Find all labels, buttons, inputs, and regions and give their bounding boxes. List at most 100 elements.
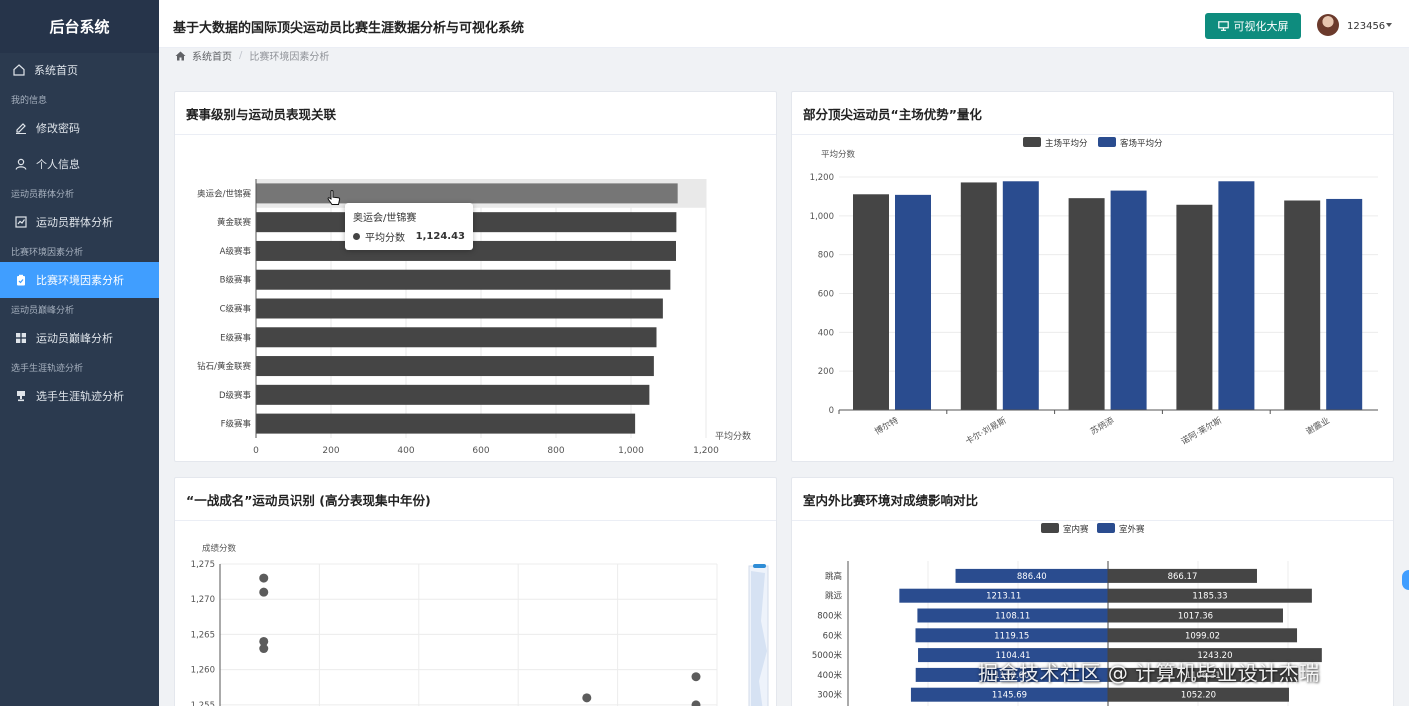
- caret-down-icon[interactable]: [1386, 23, 1392, 27]
- sidebar-item[interactable]: 运动员群体分析: [0, 204, 159, 240]
- trophy-icon: [14, 389, 28, 403]
- sidebar-item[interactable]: 运动员巅峰分析: [0, 320, 159, 356]
- bar[interactable]: [1176, 204, 1213, 410]
- bar[interactable]: [1218, 181, 1255, 410]
- bar[interactable]: [1326, 198, 1363, 410]
- breadcrumb-home[interactable]: 系统首页: [192, 48, 232, 63]
- legend-swatch[interactable]: [1041, 523, 1059, 533]
- y-tick-label: A级赛事: [220, 246, 252, 257]
- bar[interactable]: [256, 183, 678, 204]
- data-label: 1213.11: [986, 592, 1021, 602]
- data-label: 886.40: [1017, 572, 1047, 582]
- y-tick-label: 800米: [817, 611, 842, 622]
- event-level-chart: 0 200 400 600 800 1,000 1,200奥运会/世锦赛黄金联赛A级赛事B级…: [197, 179, 751, 456]
- bar[interactable]: [256, 384, 650, 405]
- y-tick-label: 800: [818, 251, 834, 261]
- bar[interactable]: [256, 356, 654, 377]
- sidebar-item[interactable]: 系统首页: [0, 52, 159, 88]
- username[interactable]: 123456: [1347, 21, 1385, 32]
- data-label: 1108.11: [995, 612, 1030, 622]
- brand-title: 后台系统: [0, 0, 159, 53]
- y-tick-label: 1,275: [191, 560, 215, 570]
- legend-label[interactable]: 室内赛: [1063, 524, 1089, 535]
- legend-label[interactable]: 主场平均分: [1045, 138, 1088, 149]
- grid-icon: [14, 331, 28, 345]
- visual-screen-button[interactable]: 可视化大屏: [1205, 13, 1301, 39]
- menu-group-label: 我的信息: [11, 95, 48, 106]
- y-tick-label: 1,265: [191, 630, 215, 640]
- y-tick-label: F级赛事: [221, 419, 252, 430]
- legend-label[interactable]: 客场平均分: [1120, 138, 1163, 149]
- y-tick-label: 1,270: [191, 595, 215, 605]
- scatter-point[interactable]: [691, 700, 701, 706]
- home-icon: [12, 63, 26, 77]
- scatter-point[interactable]: [259, 573, 269, 583]
- bar[interactable]: [1068, 198, 1105, 410]
- y-tick-label: D级赛事: [219, 390, 252, 401]
- bar[interactable]: [256, 327, 657, 348]
- y-tick-label: 跳远: [825, 591, 843, 602]
- x-tick-label: 诺阿·莱尔斯: [1179, 415, 1224, 447]
- y-tick-label: 1,000: [810, 212, 834, 222]
- menu-group-label: 选手生涯轨迹分析: [11, 363, 84, 374]
- pointer-cursor-icon: [327, 190, 341, 205]
- sidebar: 后台系统 系统首页 我的信息 修改密码 个人信息 运动员群体分析 运动员群体分析 比赛环境因…: [0, 0, 159, 706]
- x-tick-label: 200: [322, 446, 339, 456]
- bar[interactable]: [1284, 200, 1321, 410]
- legend-swatch[interactable]: [1023, 137, 1041, 147]
- bar[interactable]: [853, 194, 889, 410]
- y-tick-label: 跳高: [825, 571, 842, 582]
- panel-title: 赛事级别与运动员表现关联: [175, 92, 776, 135]
- x-tick-label: 卡尔·刘易斯: [964, 415, 1009, 447]
- bar[interactable]: [256, 413, 636, 434]
- monitor-icon: [1217, 21, 1229, 31]
- zoom-slider-handle[interactable]: [753, 564, 766, 568]
- y-tick-label: 1,255: [191, 701, 215, 706]
- sidebar-item-label: 比赛环境因素分析: [36, 274, 124, 287]
- sidebar-item[interactable]: 选手生涯轨迹分析: [0, 378, 159, 414]
- y-tick-label: E级赛事: [220, 332, 251, 343]
- y-tick-label: 钻石/黄金联赛: [197, 361, 251, 372]
- avatar[interactable]: [1317, 14, 1339, 36]
- legend-swatch[interactable]: [1098, 137, 1116, 147]
- edit-icon: [14, 121, 28, 135]
- panel-breakthrough: “一战成名”运动员识别 (高分表现集中年份) 成绩分数 1,255 1,260 1,2…: [174, 477, 777, 706]
- sidebar-item-label: 选手生涯轨迹分析: [36, 390, 124, 403]
- legend-swatch[interactable]: [1097, 523, 1115, 533]
- breadcrumb-current: 比赛环境因素分析: [249, 52, 330, 63]
- bar[interactable]: [960, 182, 997, 410]
- legend-label[interactable]: 室外赛: [1119, 524, 1145, 535]
- data-label: 1099.02: [1185, 631, 1220, 641]
- tooltip-value: 1,124.43: [415, 231, 465, 242]
- bar[interactable]: [1002, 181, 1039, 410]
- bar[interactable]: [1110, 190, 1147, 410]
- tooltip-title: 奥运会/世锦赛: [353, 213, 417, 224]
- scatter-point[interactable]: [259, 587, 269, 597]
- chart-icon: [14, 215, 28, 229]
- sidebar-item[interactable]: 个人信息: [0, 146, 159, 182]
- x-tick-label: 0: [253, 446, 259, 456]
- y-tick-label: 400米: [817, 670, 842, 681]
- sidebar-item[interactable]: 修改密码: [0, 110, 159, 146]
- menu-group-label: 运动员群体分析: [11, 189, 75, 200]
- menu-group-label: 比赛环境因素分析: [11, 247, 84, 258]
- bar[interactable]: [895, 194, 931, 410]
- chart-tooltip: 奥运会/世锦赛 平均分数 1,124.43: [345, 203, 473, 250]
- scatter-point[interactable]: [259, 644, 269, 654]
- menu-group-label: 运动员巅峰分析: [11, 305, 75, 316]
- scatter-point[interactable]: [582, 693, 592, 703]
- home-icon: [175, 51, 186, 60]
- top-header: 基于大数据的国际顶尖运动员比赛生涯数据分析与可视化系统 可视化大屏 123456: [159, 0, 1409, 48]
- sidebar-item[interactable]: 比赛环境因素分析: [0, 262, 159, 298]
- scroll-handle[interactable]: [1402, 570, 1409, 590]
- breakthrough-chart: 成绩分数 1,255 1,260 1,265 1,270 1,275: [191, 543, 769, 706]
- sidebar-item-label: 系统首页: [34, 64, 78, 77]
- bar[interactable]: [256, 269, 671, 290]
- breadcrumb-separator: /: [239, 50, 243, 61]
- scatter-point[interactable]: [691, 672, 701, 682]
- y-axis-title: 平均分数: [821, 149, 856, 160]
- panel-event-level: 赛事级别与运动员表现关联 0 200 400 600 800 1,000 1,200 奥运会/…: [174, 91, 777, 462]
- bar[interactable]: [256, 298, 663, 319]
- breadcrumb: 系统首页 / 比赛环境因素分析: [175, 48, 330, 63]
- data-label: 1052.20: [1181, 691, 1216, 701]
